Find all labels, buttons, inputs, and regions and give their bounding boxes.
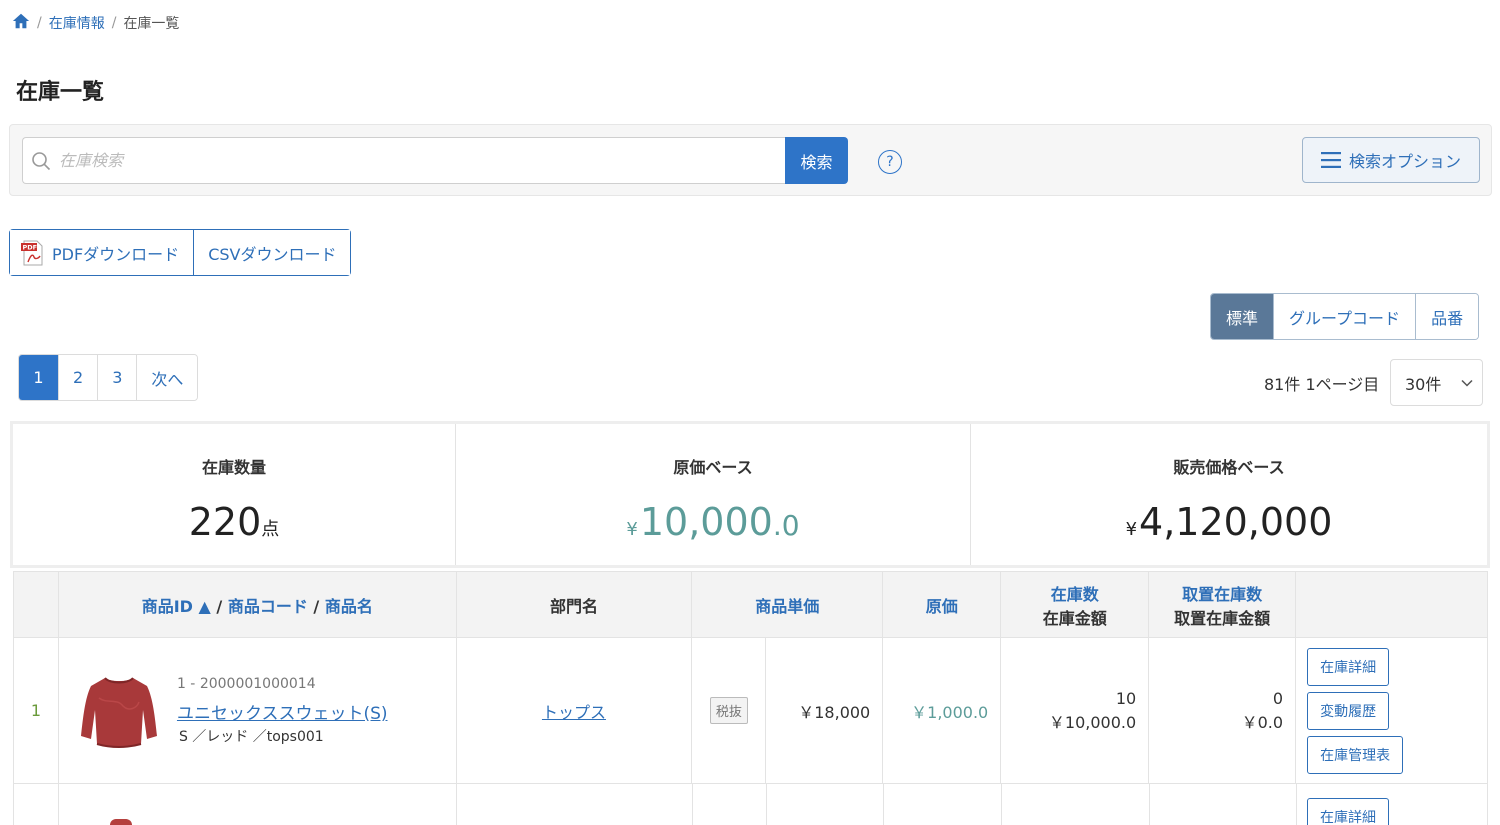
- product-attributes: S ／レッド ／tops001: [178, 729, 324, 745]
- product-image[interactable]: [70, 807, 166, 825]
- row-number: 1: [13, 637, 59, 784]
- page-button-1[interactable]: 1: [19, 355, 58, 400]
- table-row: 1 1 - 2000001000014 ユニセックススウェット(S) S ／レッ…: [13, 637, 1488, 784]
- view-mode-toggle: 標準 グループコード 品番: [1210, 293, 1480, 340]
- result-count: 81件 1ページ目: [1264, 375, 1380, 394]
- search-input[interactable]: [59, 138, 779, 183]
- inventory-table: 商品ID ▲ / 商品コード / 商品名 部門名 商品単価 原価 在庫数在庫金額…: [13, 571, 1488, 784]
- stock-detail-button[interactable]: 在庫詳細: [1307, 798, 1389, 825]
- pagination: 1 2 3 次へ: [18, 354, 199, 401]
- table-header-row: 商品ID ▲ / 商品コード / 商品名 部門名 商品単価 原価 在庫数在庫金額…: [13, 571, 1488, 638]
- header-department: 部門名: [455, 571, 693, 638]
- page-button-3[interactable]: 3: [97, 355, 137, 400]
- pdf-file-icon: PDF: [21, 240, 43, 265]
- sort-unit-price[interactable]: 商品単価: [755, 597, 819, 616]
- search-icon: [32, 152, 51, 171]
- header-reserved: 取置在庫数取置在庫金額: [1148, 571, 1297, 638]
- search-button[interactable]: 検索: [785, 137, 848, 184]
- svg-text:PDF: PDF: [23, 243, 38, 251]
- next-page-button[interactable]: 次へ: [136, 355, 198, 400]
- reserved-cell: 0 ￥0.0: [1148, 637, 1297, 784]
- cost-value: ￥1,000.0: [882, 637, 1002, 784]
- reserved-qty: 0: [1272, 688, 1284, 708]
- stock-cell: 10 ￥10,000.0: [1000, 637, 1150, 784]
- sort-product-name[interactable]: 商品名: [325, 597, 373, 616]
- header-product: 商品ID ▲ / 商品コード / 商品名: [57, 571, 457, 638]
- menu-icon: [1320, 152, 1341, 168]
- search-box: [22, 137, 785, 184]
- tax-cell: 税抜: [691, 637, 767, 784]
- department-link[interactable]: トップス: [455, 637, 693, 784]
- header-actions: [1295, 571, 1488, 638]
- summary-price-value: ¥4,120,000: [1125, 500, 1333, 544]
- unit-price-value: ￥18,000: [765, 637, 884, 784]
- product-name-link[interactable]: ユニセックススウェット(S): [177, 699, 388, 724]
- header-stock-amount: 在庫金額: [1042, 608, 1107, 628]
- pdf-download-button[interactable]: PDF PDFダウンロード: [10, 230, 194, 275]
- stock-amount: ￥10,000.0: [1048, 712, 1137, 732]
- header-stock: 在庫数 在庫金額: [1000, 571, 1150, 638]
- inventory-summary: 在庫数量 220点 原価ベース ¥10,000.0 販売価格ベース ¥4,120…: [10, 421, 1490, 568]
- table-row-partial: 在庫詳細: [13, 784, 1488, 825]
- stock-qty: 10: [1115, 688, 1137, 708]
- sort-reserved-qty[interactable]: 取置在庫数: [1149, 581, 1295, 605]
- search-options-label: 検索オプション: [1348, 152, 1461, 171]
- home-icon[interactable]: [12, 12, 30, 34]
- sort-product-code[interactable]: 商品コード: [228, 597, 308, 616]
- summary-cost-label: 原価ベース: [673, 458, 753, 477]
- search-panel: 検索 ? 検索オプション: [9, 124, 1492, 196]
- download-button-group: PDF PDFダウンロード CSVダウンロード: [9, 229, 352, 276]
- product-cell: 1 - 2000001000014 ユニセックススウェット(S) S ／レッド …: [57, 637, 457, 784]
- view-mode-item-number[interactable]: 品番: [1415, 294, 1479, 339]
- view-mode-group-code[interactable]: グループコード: [1273, 294, 1416, 339]
- pdf-download-label: PDFダウンロード: [52, 244, 180, 264]
- product-id-code: 1 - 2000001000014: [176, 676, 316, 692]
- summary-quantity-value: 220点: [188, 500, 280, 544]
- summary-quantity-label: 在庫数量: [201, 458, 266, 477]
- breadcrumb-separator: /: [37, 15, 42, 31]
- header-reserved-amount: 取置在庫金額: [1174, 608, 1271, 628]
- view-mode-standard[interactable]: 標準: [1211, 294, 1274, 339]
- sort-cost[interactable]: 原価: [926, 597, 958, 616]
- sort-product-id[interactable]: 商品ID ▲: [142, 597, 211, 616]
- product-image[interactable]: [77, 668, 161, 752]
- per-page-value: 30件: [1405, 374, 1442, 394]
- summary-price-label: 販売価格ベース: [1173, 458, 1285, 477]
- page-title: 在庫一覧: [16, 80, 105, 105]
- sort-stock-qty[interactable]: 在庫数: [1001, 581, 1148, 605]
- search-options-button[interactable]: 検索オプション: [1302, 137, 1480, 183]
- breadcrumb-current: 在庫一覧: [123, 16, 180, 32]
- summary-cost-value: ¥10,000.0: [626, 500, 800, 544]
- stock-ledger-button[interactable]: 在庫管理表: [1307, 735, 1404, 774]
- help-icon[interactable]: ?: [878, 150, 902, 174]
- header-unit-price: 商品単価: [691, 571, 884, 638]
- csv-download-button[interactable]: CSVダウンロード: [193, 230, 351, 275]
- page-button-2[interactable]: 2: [58, 355, 98, 400]
- actions-cell: 在庫詳細 変動履歴 在庫管理表: [1295, 637, 1488, 784]
- stock-detail-button[interactable]: 在庫詳細: [1307, 647, 1390, 686]
- header-cost: 原価: [882, 571, 1002, 638]
- change-history-button[interactable]: 変動履歴: [1307, 691, 1390, 730]
- breadcrumb-link-inventory[interactable]: 在庫情報: [49, 13, 105, 33]
- breadcrumb-separator: /: [111, 15, 117, 31]
- reserved-amount: ￥0.0: [1241, 712, 1284, 732]
- per-page-select[interactable]: 30件: [1390, 359, 1483, 406]
- chevron-down-icon: [1461, 379, 1473, 387]
- summary-quantity: 在庫数量 220点: [13, 424, 456, 565]
- breadcrumb: / 在庫情報 / 在庫一覧: [12, 12, 179, 34]
- summary-cost-base: 原価ベース ¥10,000.0: [456, 424, 971, 565]
- summary-price-base: 販売価格ベース ¥4,120,000: [971, 424, 1487, 565]
- header-row-number: [13, 571, 59, 638]
- tax-badge: 税抜: [709, 697, 748, 724]
- summary-quantity-unit: 点: [261, 519, 280, 540]
